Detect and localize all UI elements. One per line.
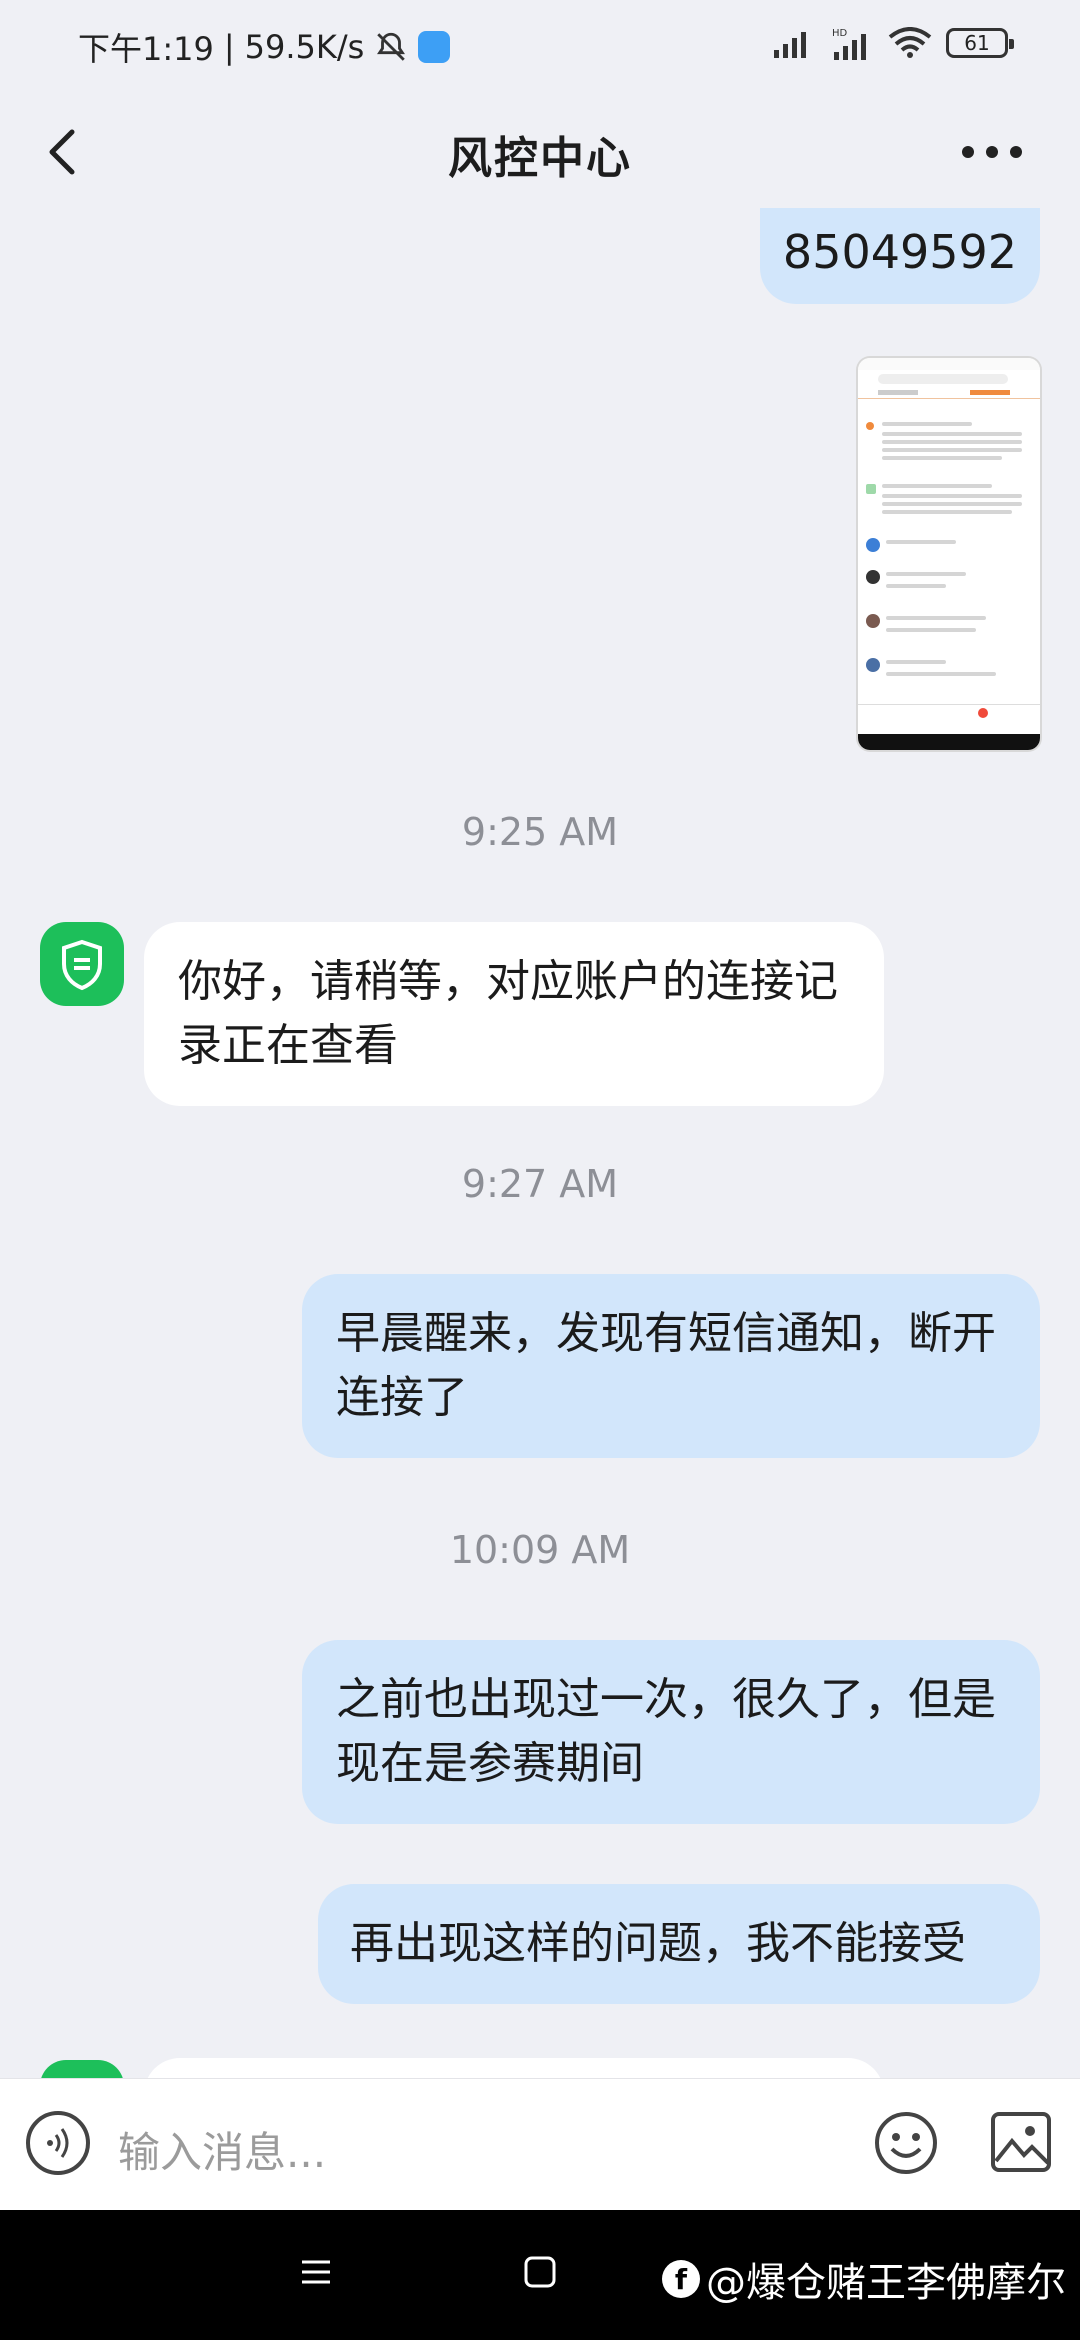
agent-message-bubble[interactable]: 你好，请稍等，对应账户的连接记录正在查看 bbox=[144, 922, 884, 1106]
watermark-text: @爆仓赌王李佛摩尔 bbox=[706, 2260, 1066, 2306]
status-left: 下午1:19 | 59.5K/s bbox=[78, 24, 451, 70]
app-notification-icon bbox=[418, 31, 451, 63]
home-icon[interactable] bbox=[522, 2254, 558, 2290]
agent-avatar[interactable] bbox=[40, 922, 124, 1006]
status-bar: 下午1:19 | 59.5K/s HD 61 bbox=[0, 0, 1080, 96]
message-text: 再出现这样的问题，我不能接受 bbox=[350, 1918, 966, 1969]
message-text: 85049592 bbox=[782, 225, 1018, 279]
facebook-logo-icon: f bbox=[662, 2260, 700, 2298]
wifi-icon bbox=[888, 27, 932, 58]
message-text: 早晨醒来，发现有短信通知，断开连接了 bbox=[336, 1308, 996, 1423]
message-timestamp: 9:27 AM bbox=[461, 1162, 619, 1206]
emoji-icon[interactable] bbox=[872, 2109, 940, 2177]
battery-indicator: 61 bbox=[946, 28, 1014, 58]
user-message-bubble[interactable]: 早晨醒来，发现有短信通知，断开连接了 bbox=[302, 1274, 1040, 1458]
user-message-bubble[interactable]: 之前也出现过一次，很久了，但是现在是参赛期间 bbox=[302, 1640, 1040, 1824]
chat-header: 风控中心 bbox=[0, 96, 1080, 208]
menu-icon[interactable] bbox=[298, 2254, 334, 2290]
message-text: 之前也出现过一次，很久了，但是现在是参赛期间 bbox=[336, 1674, 996, 1789]
more-dot-icon bbox=[1010, 146, 1022, 158]
message-text: 你好，请稍等，对应账户的连接记录正在查看 bbox=[178, 956, 838, 1071]
more-dot-icon bbox=[986, 146, 998, 158]
image-attachment[interactable] bbox=[858, 358, 1040, 750]
message-input-bar: 输入消息... bbox=[0, 2078, 1080, 2211]
watermark: f @爆仓赌王李佛摩尔 bbox=[662, 2250, 1066, 2308]
network-speed: 59.5K/s bbox=[244, 28, 365, 66]
agent-avatar[interactable] bbox=[40, 2060, 124, 2078]
voice-icon bbox=[47, 2128, 69, 2158]
status-time: 下午1:19 bbox=[78, 30, 214, 68]
page-title: 风控中心 bbox=[448, 133, 632, 184]
status-right: HD 61 bbox=[772, 26, 1014, 60]
image-picker-icon[interactable] bbox=[990, 2111, 1052, 2173]
system-navigation-bar: f @爆仓赌王李佛摩尔 bbox=[0, 2210, 1080, 2340]
voice-input-button[interactable] bbox=[26, 2111, 90, 2175]
user-message-bubble[interactable]: 85049592 bbox=[760, 208, 1040, 304]
message-timestamp: 9:25 AM bbox=[461, 810, 619, 854]
more-options-button[interactable] bbox=[952, 130, 1032, 174]
svg-text:HD: HD bbox=[832, 28, 848, 39]
more-dot-icon bbox=[962, 146, 974, 158]
user-message-bubble[interactable]: 再出现这样的问题，我不能接受 bbox=[318, 1884, 1040, 2004]
message-timestamp: 10:09 AM bbox=[449, 1528, 631, 1572]
chat-messages[interactable]: 85049592 9:25 AM 你好，请稍等，对应账户的连接记录正在查看 9:… bbox=[0, 208, 1080, 2078]
agent-message-bubble[interactable] bbox=[144, 2058, 884, 2078]
mute-bell-icon bbox=[377, 32, 406, 61]
signal-icon bbox=[774, 32, 806, 58]
shield-icon bbox=[62, 939, 102, 991]
hd-signal-icon: HD bbox=[832, 28, 866, 60]
message-input[interactable]: 输入消息... bbox=[118, 2119, 326, 2180]
